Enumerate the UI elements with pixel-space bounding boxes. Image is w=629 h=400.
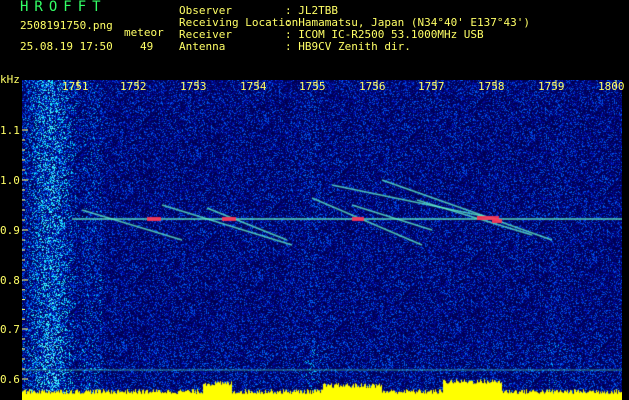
x-tick-label: 1753 (180, 80, 207, 93)
y-unit-label: kHz (0, 73, 20, 86)
x-tick-label: 1752 (120, 80, 147, 93)
x-tick-label: 1758 (478, 80, 505, 93)
axis-overlay (22, 80, 617, 380)
x-tick-label: 1751 (62, 80, 89, 93)
y-tick-label: 1.1 (0, 124, 20, 137)
y-tick-label: 0.6 (0, 373, 20, 386)
x-tick-label: 1800 (598, 80, 625, 93)
y-tick-label: 0.8 (0, 274, 20, 287)
y-tick-label: 0.7 (0, 323, 20, 336)
y-tick-label: 1.0 (0, 174, 20, 187)
x-tick-label: 1755 (299, 80, 326, 93)
x-tick-label: 1757 (418, 80, 445, 93)
x-tick-label: 1754 (240, 80, 267, 93)
x-tick-label: 1759 (538, 80, 565, 93)
x-tick-label: 1756 (359, 80, 386, 93)
y-tick-label: 0.9 (0, 224, 20, 237)
